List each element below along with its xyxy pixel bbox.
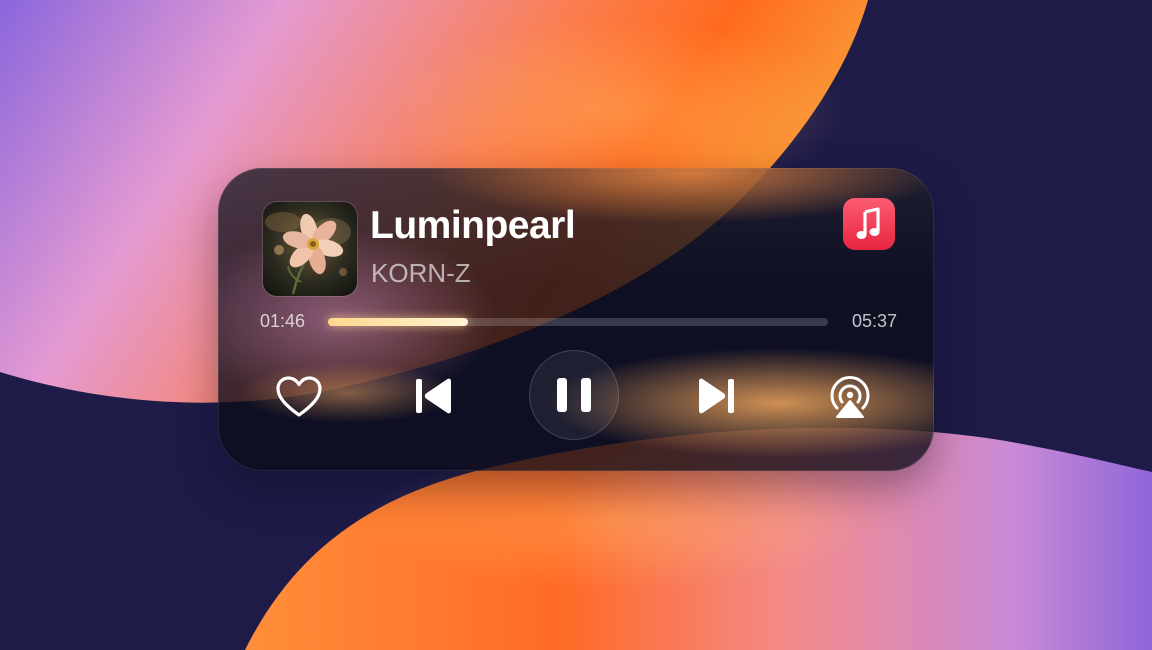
previous-track-button[interactable] — [414, 376, 454, 416]
song-title: Luminpearl — [370, 204, 576, 247]
total-time: 05:37 — [851, 311, 897, 331]
next-track-button[interactable] — [696, 376, 736, 416]
skip-back-icon — [416, 378, 451, 414]
pause-icon — [557, 378, 591, 412]
elapsed-time: 01:46 — [260, 311, 306, 331]
music-app-icon[interactable] — [843, 198, 895, 250]
heart-outline-icon — [276, 376, 322, 417]
album-artwork — [263, 202, 357, 296]
progress-bar[interactable] — [328, 318, 828, 326]
flower-artwork-icon — [263, 202, 357, 296]
play-pause-button[interactable] — [529, 350, 619, 440]
airplay-button[interactable] — [824, 371, 876, 423]
artist-name: KORN-Z — [371, 258, 471, 288]
progress-fill — [328, 318, 468, 326]
skip-forward-icon — [699, 378, 734, 414]
now-playing-widget: Luminpearl KORN-Z 01:46 05:37 — [218, 168, 934, 471]
airplay-audio-icon — [830, 376, 870, 418]
music-note-icon — [856, 207, 880, 239]
favorite-button[interactable] — [275, 375, 323, 419]
desktop-stage: Luminpearl KORN-Z 01:46 05:37 — [0, 0, 1152, 650]
